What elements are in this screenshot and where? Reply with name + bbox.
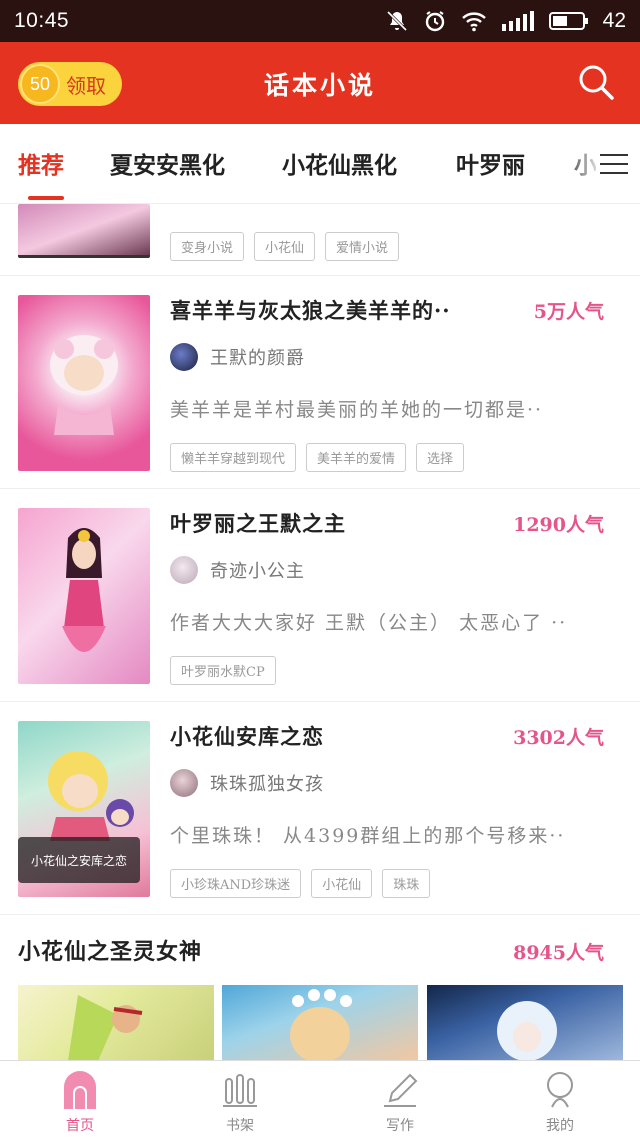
book-cover: 小花仙之安库之恋	[18, 721, 150, 897]
mute-icon	[386, 10, 407, 32]
list-item[interactable]: 小花仙之安库之恋 小花仙安库之恋 3302人气 珠珠孤独女孩 个里珠珠！ 从43…	[0, 703, 640, 915]
book-title[interactable]: 喜羊羊与灰太狼之美羊羊的··	[170, 295, 500, 325]
nav-profile[interactable]: 我的	[480, 1061, 640, 1139]
bottom-nav: 首页 书架 写作 我的	[0, 1060, 640, 1138]
popularity: 5万人气	[533, 301, 604, 323]
gallery-image[interactable]	[18, 985, 214, 1061]
tab-xiaohuaxian[interactable]: 小花仙黑化	[282, 146, 397, 180]
status-time: 10:45	[14, 9, 70, 32]
book-title[interactable]: 小花仙安库之恋	[170, 721, 500, 751]
gallery-image[interactable]	[222, 985, 418, 1061]
tag[interactable]: 美羊羊的爱情	[306, 443, 407, 472]
tab-recommend[interactable]: 推荐	[18, 146, 64, 180]
battery-icon	[548, 12, 588, 30]
tab-yeluoli[interactable]: 叶罗丽	[456, 146, 525, 180]
tag[interactable]: 小花仙	[311, 869, 373, 898]
pencil-icon	[384, 1073, 418, 1107]
nav-label: 写作	[386, 1118, 414, 1134]
nav-home[interactable]: 首页	[0, 1061, 160, 1139]
alarm-icon	[425, 11, 444, 32]
tag[interactable]: 懒羊羊穿越到现代	[170, 443, 297, 472]
book-tags: 懒羊羊穿越到现代 美羊羊的爱情 选择	[170, 443, 465, 472]
author-name: 王默的颜爵	[210, 348, 305, 369]
book-summary: 美羊羊是羊村最美丽的羊她的一切都是··	[170, 399, 544, 421]
gallery-image[interactable]	[427, 985, 623, 1061]
cover-caption: 小花仙之安库之恋	[18, 837, 140, 883]
tag[interactable]: 爱情小说	[325, 232, 400, 261]
tag[interactable]: 变身小说	[170, 232, 245, 261]
list-item[interactable]: 变身小说 小花仙 爱情小说	[0, 204, 640, 276]
section-title[interactable]: 小花仙之圣灵女神	[18, 934, 202, 966]
list-item[interactable]: 叶罗丽之王默之主 1290人气 奇迹小公主 作者大大大家好 王默（公主） 太恶心…	[0, 490, 640, 702]
section-popularity: 8945人气	[513, 942, 604, 964]
category-tabs: 推荐 夏安安黑化 小花仙黑化 叶罗丽 小	[0, 124, 640, 204]
status-bar: 10:45 42	[0, 0, 640, 42]
signal-icon	[501, 11, 534, 31]
book-tags: 小珍珠AND珍珠迷 小花仙 珠珠	[170, 869, 431, 898]
nav-label: 首页	[66, 1118, 94, 1134]
home-icon	[64, 1071, 96, 1109]
battery-level: 42	[602, 9, 626, 32]
search-icon[interactable]	[576, 62, 616, 102]
nav-write[interactable]: 写作	[320, 1061, 480, 1139]
book-cover	[18, 508, 150, 684]
menu-icon[interactable]	[596, 150, 630, 178]
tag[interactable]: 珠珠	[382, 869, 431, 898]
popularity: 1290人气	[513, 514, 604, 536]
author-name: 奇迹小公主	[210, 561, 305, 582]
profile-icon	[547, 1072, 573, 1108]
list-item[interactable]: 喜羊羊与灰太狼之美羊羊的·· 5万人气 王默的颜爵 美羊羊是羊村最美丽的羊她的一…	[0, 277, 640, 489]
book-tags: 变身小说 小花仙 爱情小说	[170, 232, 400, 261]
tab-xiaanan[interactable]: 夏安安黑化	[110, 146, 225, 180]
avatar	[170, 343, 198, 371]
book-summary: 个里珠珠！ 从4399群组上的那个号移来··	[170, 825, 566, 847]
tag[interactable]: 小花仙	[254, 232, 316, 261]
book-title[interactable]: 叶罗丽之王默之主	[170, 508, 500, 538]
book-summary: 作者大大大家好 王默（公主） 太恶心了 ··	[170, 612, 568, 634]
tag[interactable]: 选择	[416, 443, 465, 472]
popularity: 3302人气	[513, 727, 604, 749]
bookshelf-icon	[223, 1074, 257, 1107]
app-title: 话本小说	[263, 71, 376, 100]
book-tags: 叶罗丽水默CP	[170, 656, 276, 685]
book-cover	[18, 204, 150, 258]
book-author[interactable]: 王默的颜爵	[170, 343, 305, 371]
book-cover	[18, 295, 150, 471]
avatar	[170, 769, 198, 797]
tag[interactable]: 叶罗丽水默CP	[170, 656, 276, 685]
book-author[interactable]: 奇迹小公主	[170, 556, 305, 584]
app-header: 50 领取 话本小说	[0, 42, 640, 124]
book-author[interactable]: 珠珠孤独女孩	[170, 769, 324, 797]
nav-label: 书架	[226, 1118, 254, 1134]
avatar	[170, 556, 198, 584]
nav-bookshelf[interactable]: 书架	[160, 1061, 320, 1139]
nav-label: 我的	[546, 1118, 574, 1134]
active-tab-indicator	[28, 196, 64, 200]
wifi-icon	[461, 12, 486, 32]
tag[interactable]: 小珍珠AND珍珠迷	[170, 869, 302, 898]
author-name: 珠珠孤独女孩	[210, 774, 324, 795]
